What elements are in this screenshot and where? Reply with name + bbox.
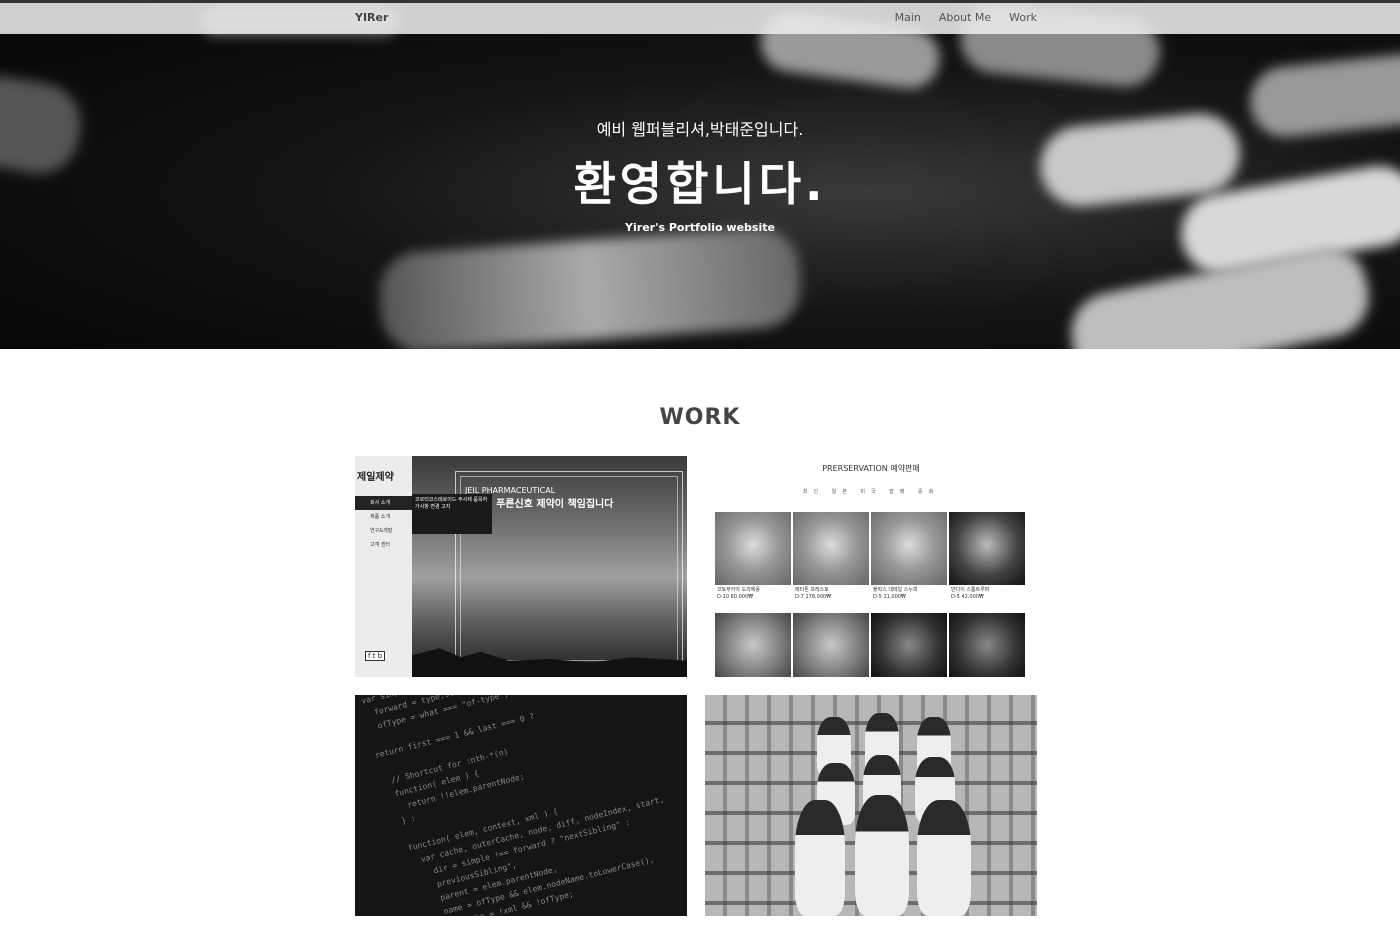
work-section-title: WORK [659, 405, 741, 430]
product-image [793, 613, 869, 677]
product-grid: 코토부키야 도라에몽 D-10 60,000₩ 메타톤 프레스토 D-7 178,0… [715, 512, 1027, 677]
card-sidebar: 제일제약 회사 소개 제품 소개 연구&개발 고객 센터 f t b [355, 456, 412, 677]
product-image [871, 512, 947, 585]
product-meta: 반다이 스톰트루퍼 D-5 42,000₩ [949, 585, 1025, 613]
card-code-text: var simple = type.slice( forward = type.… [360, 695, 666, 916]
product-meta: 메타톤 프레스토 D-7 178,000₩ [793, 585, 869, 613]
product-dday: D-5 [951, 594, 960, 600]
person-figure [795, 800, 845, 916]
product-desc: 반다이 스톰트루퍼 [951, 587, 990, 593]
product-price: 42,000₩ [961, 594, 984, 600]
hero-subtitle: 예비 웹퍼블리셔,박태준입니다. [596, 120, 804, 139]
product-desc: 메타톤 프레스토 [795, 587, 829, 593]
product-dday: D-10 [717, 594, 730, 600]
card-title: PRERSERVATION 예약판매 [822, 464, 920, 473]
card-notice-text: 코르티코스테로이드 주사제 품목허가사항 변경 고지 [415, 497, 488, 510]
product-image [715, 512, 791, 585]
product-image [949, 613, 1025, 677]
hero-title: 환영합니다. [573, 157, 827, 211]
nav-link-work[interactable]: Work [1009, 11, 1037, 24]
card-logo: 제일제약 [357, 472, 394, 483]
person-figure [855, 795, 909, 916]
card-social-icons: f t b [365, 651, 386, 661]
product-image [793, 512, 869, 585]
hero-banner: 예비 웹퍼블리셔,박태준입니다. 환영합니다. Yirer's Portfoli… [0, 0, 1400, 349]
work-card-jeil-pharma[interactable]: 제일제약 회사 소개 제품 소개 연구&개발 고객 센터 f t b JEIL … [355, 456, 687, 677]
card-menu-item: 고객 센터 [370, 542, 390, 548]
product-image [871, 613, 947, 677]
product-meta: 코토부키야 도라에몽 D-10 60,000₩ [715, 585, 791, 613]
nav-link-main[interactable]: Main [895, 11, 921, 24]
work-card-preservation[interactable]: PRERSERVATION 예약판매 최신 일본 미국 발매 중화 코토부키야 … [705, 456, 1037, 677]
card-menu-item: 연구&개발 [370, 528, 393, 534]
hero-tagline: Yirer's Portfolio website [625, 221, 775, 234]
card-menu-item: 제품 소개 [370, 514, 390, 520]
card-menu-item: 회사 소개 [355, 496, 412, 510]
product-desc: 코토부키야 도라에몽 [717, 587, 760, 593]
hero-bg-shape [377, 225, 803, 349]
product-price: 60,000₩ [730, 594, 754, 600]
person-figure [917, 800, 971, 916]
product-desc: 플럭스 대테일 스누피 [873, 587, 918, 593]
product-meta: 플럭스 대테일 스누피 D-5 11,000₩ [871, 585, 947, 613]
navbar: YIRer Main About Me Work [0, 3, 1400, 34]
card-menu: 회사 소개 제품 소개 연구&개발 고객 센터 [355, 496, 412, 552]
product-dday: D-5 [873, 594, 882, 600]
card-tabs: 최신 일본 미국 발매 중화 [802, 489, 940, 495]
card-notice: 코르티코스테로이드 주사제 품목허가사항 변경 고지 [412, 494, 492, 534]
product-image [715, 613, 791, 677]
product-image [949, 512, 1025, 585]
product-price: 11,000₩ [883, 594, 906, 600]
brand-logo[interactable]: YIRer [355, 11, 388, 24]
nav-links: Main About Me Work [895, 11, 1037, 24]
work-card-code[interactable]: var simple = type.slice( forward = type.… [355, 695, 687, 916]
product-price: 178,000₩ [805, 594, 832, 600]
product-dday: D-7 [795, 594, 804, 600]
work-card-stadium-photo[interactable] [705, 695, 1037, 916]
nav-link-about-me[interactable]: About Me [939, 11, 991, 24]
